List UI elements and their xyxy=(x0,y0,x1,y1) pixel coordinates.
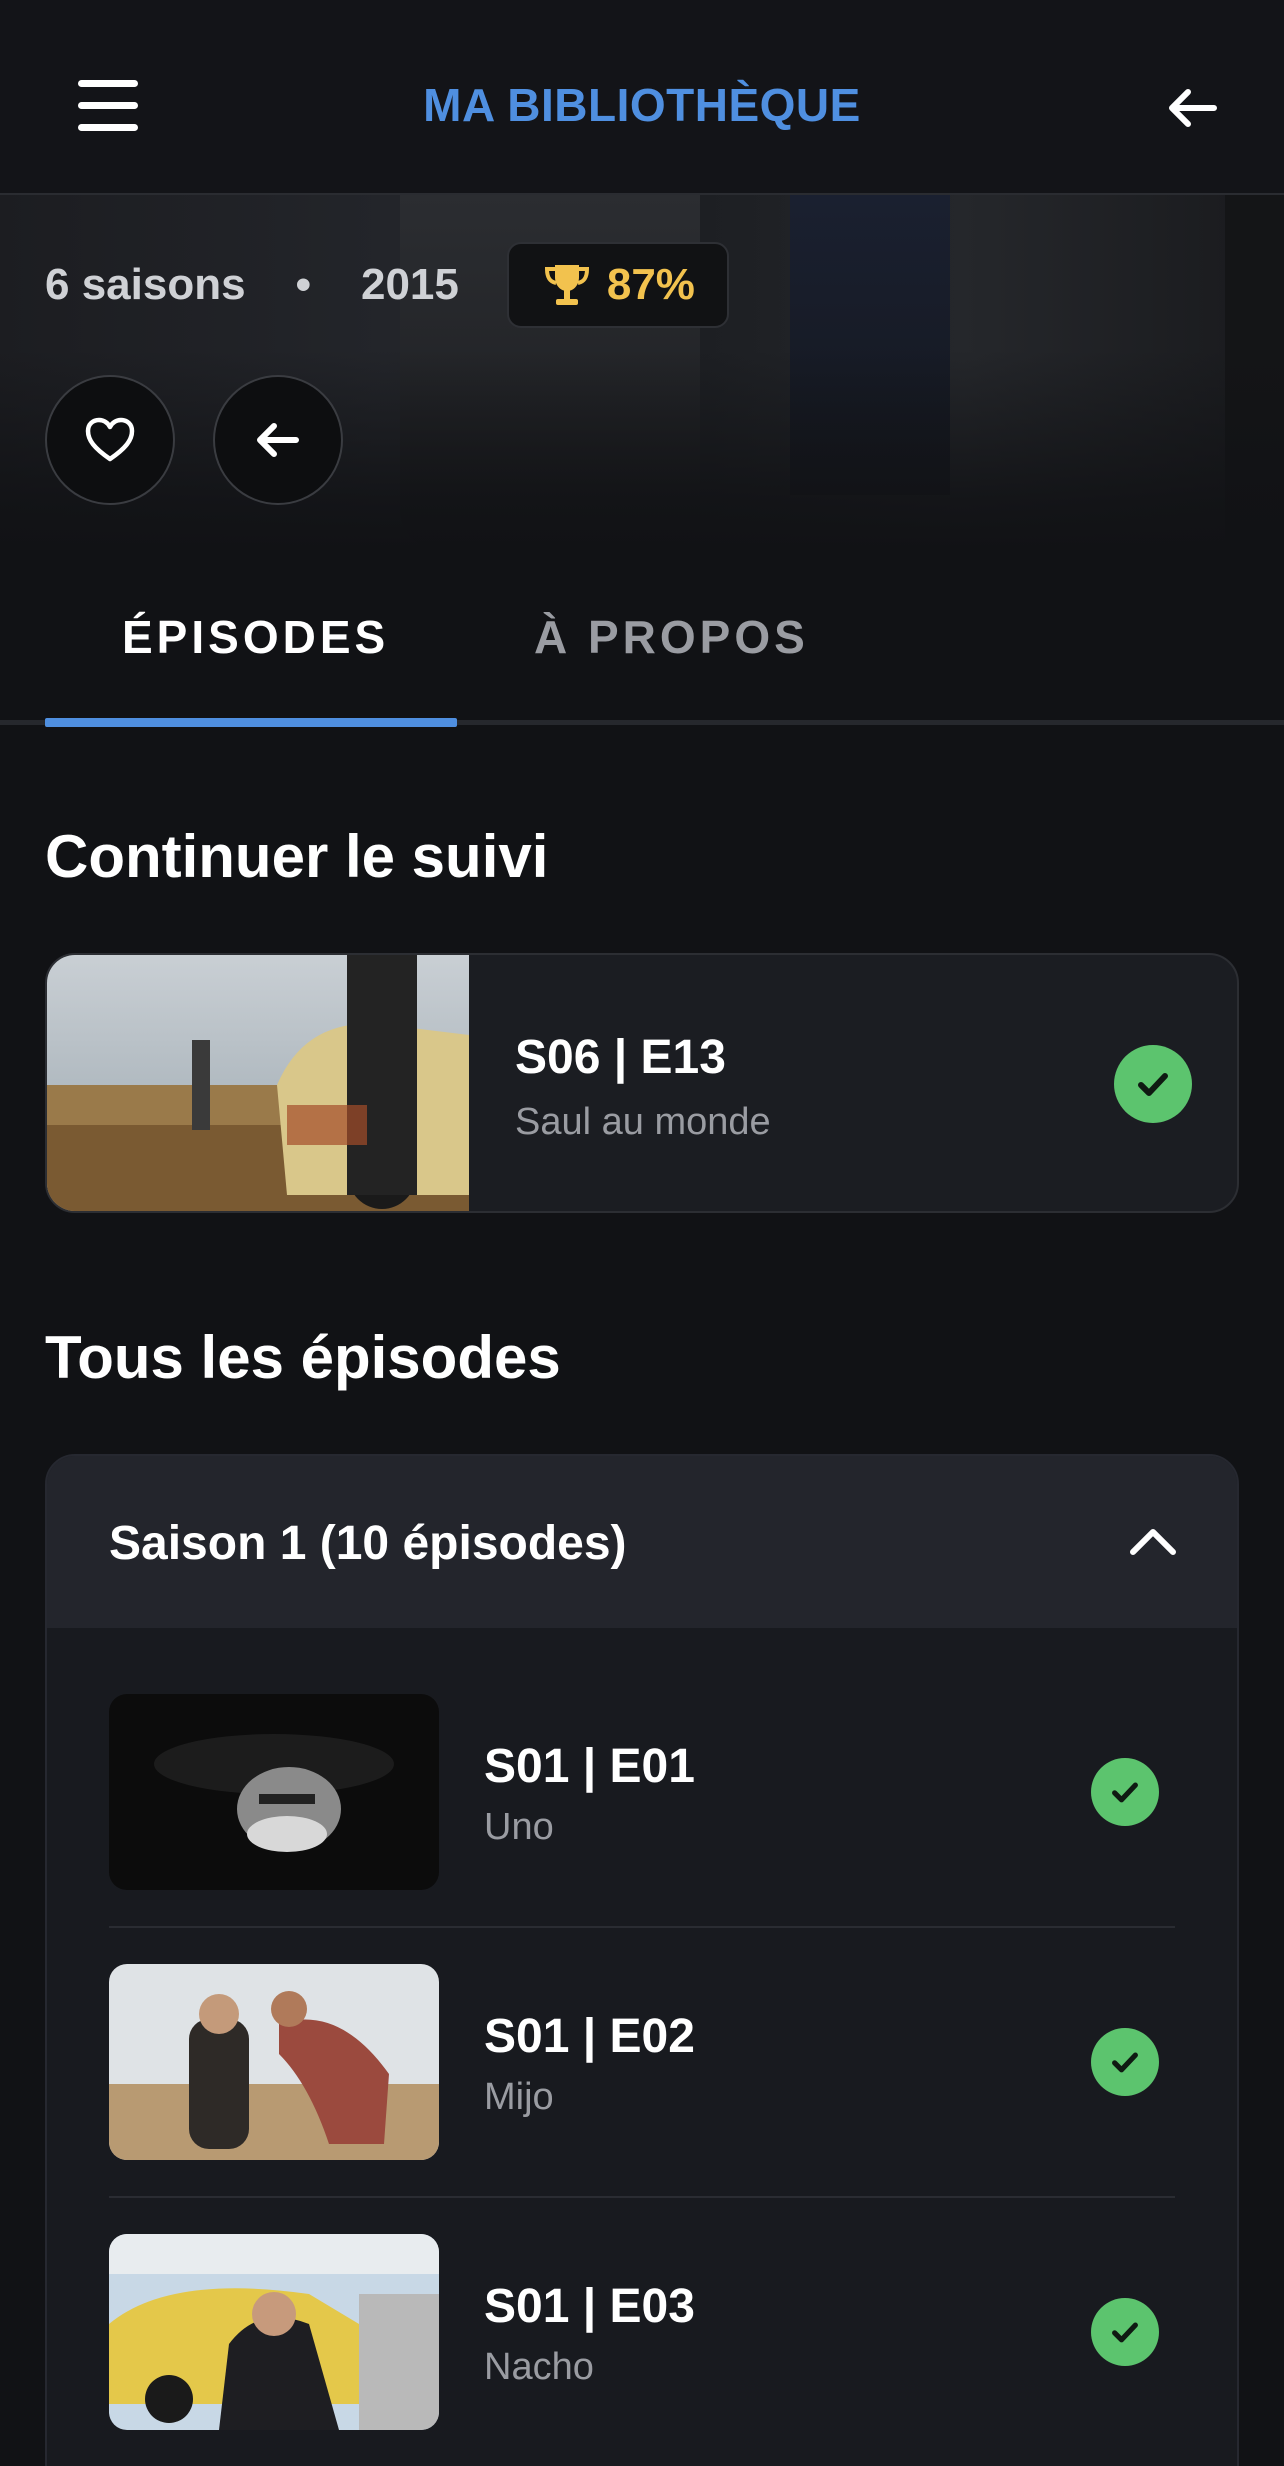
active-tab-indicator xyxy=(45,718,457,727)
episode-row[interactable]: S01 | E02 Mijo xyxy=(109,1964,1175,2160)
episode-thumbnail xyxy=(109,1694,439,1890)
season-accordion: Saison 1 (10 épisodes) S01 | E01 Uno S01… xyxy=(45,1454,1239,2466)
back-arrow-icon[interactable] xyxy=(1156,72,1228,144)
watched-check-icon[interactable] xyxy=(1091,1758,1159,1826)
meta-separator: • xyxy=(295,260,311,309)
watched-check-icon[interactable] xyxy=(1114,1045,1192,1123)
score-badge: 87% xyxy=(506,242,729,328)
chevron-up-icon xyxy=(1130,1529,1176,1555)
episode-code: S01 | E01 xyxy=(484,1740,695,1793)
season-label: Saison 1 (10 épisodes) xyxy=(109,1517,627,1570)
episode-code: S01 | E03 xyxy=(484,2280,695,2333)
show-meta: 6 saisons • 2015 87% xyxy=(45,240,729,330)
back-button[interactable] xyxy=(213,375,343,505)
arrow-left-icon xyxy=(257,423,299,457)
episode-thumbnail xyxy=(109,1964,439,2160)
row-divider xyxy=(109,2196,1175,2198)
tab-episodes[interactable]: ÉPISODES xyxy=(122,610,389,664)
score-value: 87% xyxy=(606,260,695,309)
episode-thumbnail xyxy=(109,2234,439,2430)
trophy-icon xyxy=(544,265,589,305)
row-divider xyxy=(109,1926,1175,1928)
tab-bar: ÉPISODES À PROPOS xyxy=(0,550,1284,728)
continue-episode-card[interactable]: S06 | E13 Saul au monde xyxy=(45,953,1239,1213)
season-1-header[interactable]: Saison 1 (10 épisodes) xyxy=(47,1456,1237,1628)
tab-about[interactable]: À PROPOS xyxy=(534,610,809,664)
all-episodes-section-title: Tous les épisodes xyxy=(45,1324,561,1391)
episode-code: S01 | E02 xyxy=(484,2010,695,2063)
episode-name: Saul au monde xyxy=(515,1101,771,1143)
continue-section-title: Continuer le suivi xyxy=(45,823,549,890)
heart-icon xyxy=(85,417,135,462)
episode-thumbnail xyxy=(47,955,469,1211)
watched-check-icon[interactable] xyxy=(1091,2028,1159,2096)
release-year: 2015 xyxy=(360,260,459,309)
episode-name: Uno xyxy=(484,1806,554,1848)
app-bar: MA BIBLIOTHÈQUE xyxy=(0,0,1284,195)
page-title: MA BIBLIOTHÈQUE xyxy=(423,79,861,131)
watched-check-icon[interactable] xyxy=(1091,2298,1159,2366)
episode-name: Nacho xyxy=(484,2346,594,2388)
episode-row[interactable]: S01 | E03 Nacho xyxy=(109,2234,1175,2430)
episode-row[interactable]: S01 | E01 Uno xyxy=(109,1694,1175,1890)
episode-name: Mijo xyxy=(484,2076,554,2118)
season-count: 6 saisons xyxy=(45,260,246,309)
episode-code: S06 | E13 xyxy=(515,1031,726,1084)
favorite-button[interactable] xyxy=(45,375,175,505)
